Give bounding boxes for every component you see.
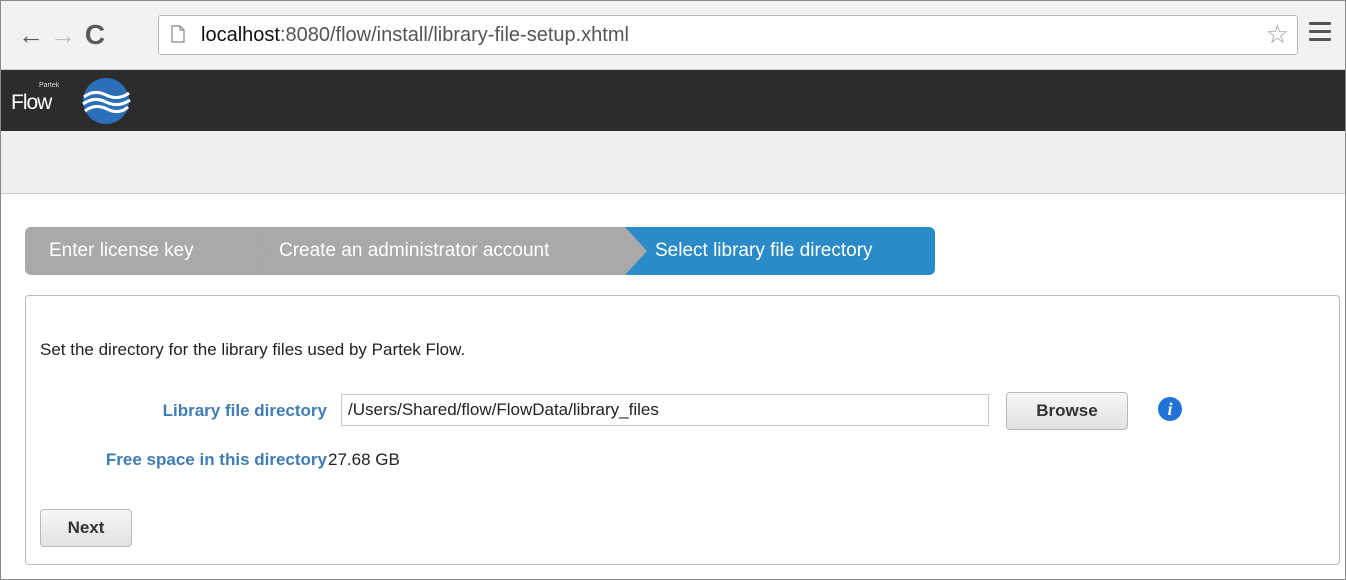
browser-toolbar: ← → C localhost:8080/flow/install/librar… — [1, 1, 1345, 70]
flow-logo-icon — [82, 78, 131, 124]
url-path: :8080/flow/install/library-file-setup.xh… — [279, 24, 629, 46]
hamburger-menu-icon[interactable] — [1309, 22, 1331, 46]
library-setup-panel: Set the directory for the library files … — [25, 295, 1340, 565]
free-space-label: Free space in this directory — [105, 450, 327, 469]
url-host: localhost — [201, 24, 280, 46]
step-select-library-directory[interactable]: Select library file directory — [625, 227, 935, 275]
reload-icon[interactable]: C — [81, 21, 109, 49]
sub-header — [1, 131, 1345, 194]
library-dir-label: Library file directory — [162, 401, 327, 420]
logo-brand-small: Partek — [39, 82, 60, 89]
back-arrow-icon[interactable]: ← — [17, 21, 45, 49]
next-button[interactable]: Next — [40, 509, 132, 547]
logo-text: Flow — [11, 91, 52, 114]
step-enter-license-key[interactable]: Enter license key — [25, 227, 275, 275]
description-text: Set the directory for the library files … — [40, 340, 466, 359]
forward-arrow-icon[interactable]: → — [49, 21, 77, 49]
app-header: Partek Flow — [1, 70, 1345, 131]
info-icon[interactable]: i — [1158, 397, 1182, 421]
step-create-admin-account[interactable]: Create an administrator account — [247, 227, 655, 275]
wizard-steps: Enter license key Create an administrato… — [25, 227, 935, 275]
free-space-value: 27.68 GB — [328, 450, 400, 469]
library-dir-input[interactable] — [341, 394, 989, 426]
page-icon — [171, 25, 185, 43]
browse-button[interactable]: Browse — [1006, 392, 1128, 430]
url-text[interactable]: localhost:8080/flow/install/library-file… — [201, 24, 629, 47]
bookmark-star-icon[interactable]: ☆ — [1266, 21, 1289, 47]
address-bar[interactable]: localhost:8080/flow/install/library-file… — [158, 15, 1298, 55]
